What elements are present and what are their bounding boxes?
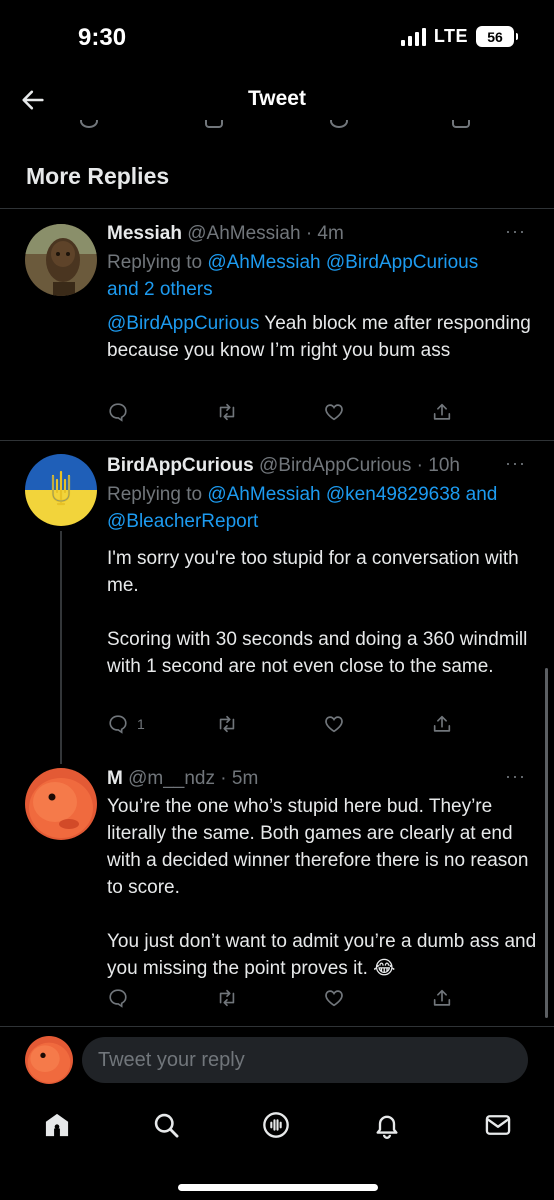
- like-button[interactable]: [323, 401, 345, 423]
- tweet-body: You’re the one who’s stupid here bud. Th…: [107, 796, 537, 979]
- replying-to: Replying to @AhMessiah @BirdAppCurious a…: [107, 249, 537, 303]
- like-button[interactable]: [323, 987, 345, 1009]
- retweet-button[interactable]: [215, 401, 239, 423]
- nav-search[interactable]: [151, 1110, 181, 1140]
- tweet-meta: BirdAppCurious @BirdAppCurious · 10h: [107, 454, 537, 478]
- tweet-actions: 1: [107, 713, 451, 737]
- share-button[interactable]: [431, 401, 453, 423]
- nav-spaces[interactable]: [261, 1110, 291, 1140]
- heart-icon: [325, 990, 343, 1007]
- replying-mentions[interactable]: @AhMessiah @ken49829638: [207, 484, 460, 505]
- heart-icon: [330, 120, 348, 128]
- avatar[interactable]: [25, 224, 97, 296]
- replying-mention-bleacher[interactable]: @BleacherReport: [107, 511, 258, 532]
- tweet-time: · 4m: [305, 223, 344, 244]
- tweet-meta: M @m__ndz · 5m: [107, 767, 537, 791]
- author-handle[interactable]: @BirdAppCurious: [259, 455, 411, 476]
- tweet-actions: [107, 987, 451, 1011]
- comment-icon: [109, 403, 127, 422]
- home-indicator[interactable]: [178, 1184, 378, 1191]
- comment-icon: [109, 715, 127, 734]
- section-title: More Replies: [26, 163, 170, 189]
- replying-mentions[interactable]: @AhMessiah @BirdAppCurious: [207, 252, 478, 273]
- more-options-button[interactable]: ···: [505, 221, 526, 242]
- replying-prefix: Replying to: [107, 484, 203, 505]
- main-tweet-actions-partial: [0, 120, 554, 132]
- reply-tweet[interactable]: BirdAppCurious @BirdAppCurious · 10h Rep…: [0, 441, 554, 751]
- scrollbar[interactable]: [545, 668, 548, 1018]
- retweet-icon: [219, 989, 235, 1007]
- home-icon: [45, 1113, 69, 1137]
- share-icon: [433, 403, 451, 420]
- tweet-body: I'm sorry you're too stupid for a conver…: [107, 548, 528, 677]
- author-name[interactable]: M: [107, 768, 123, 789]
- status-time: 9:30: [78, 24, 127, 51]
- reply-composer: [0, 1036, 554, 1086]
- retweet-button[interactable]: [215, 987, 239, 1009]
- status-indicators: LTE 56: [400, 26, 518, 47]
- comment-icon: [109, 989, 127, 1008]
- notifications-icon: [376, 1115, 398, 1139]
- heart-icon: [325, 716, 343, 733]
- search-icon: [154, 1113, 179, 1138]
- like-button[interactable]: [323, 713, 345, 735]
- nav-messages[interactable]: [483, 1110, 513, 1140]
- retweet-button[interactable]: [215, 713, 239, 735]
- more-options-button[interactable]: ···: [505, 453, 526, 474]
- avatar[interactable]: [25, 768, 97, 840]
- reply-tweet[interactable]: M @m__ndz · 5m You’re the one who’s stup…: [0, 751, 554, 1026]
- share-icon: [452, 120, 470, 128]
- more-options-button[interactable]: ···: [505, 766, 526, 787]
- reply-count: 1: [137, 716, 145, 732]
- status-bar: 9:30 LTE 56: [0, 0, 554, 75]
- retweet-icon: [219, 715, 235, 733]
- network-label: LTE: [433, 26, 468, 46]
- author-name[interactable]: Messiah: [107, 223, 182, 244]
- comment-icon: [80, 120, 98, 128]
- avatar-image: [25, 1036, 73, 1084]
- replying-prefix: Replying to: [107, 252, 203, 273]
- ukraine-flag-icon: [25, 454, 97, 526]
- divider: [0, 1026, 554, 1027]
- tweet-time: · 10h: [416, 455, 460, 476]
- retweet-icon: [205, 120, 223, 128]
- tweet-time: · 5m: [220, 768, 259, 789]
- reply-button[interactable]: [107, 987, 137, 1009]
- avatar[interactable]: [25, 454, 97, 526]
- replying-and: and: [465, 484, 498, 505]
- nav-notifications[interactable]: [372, 1110, 402, 1140]
- my-avatar[interactable]: [25, 1036, 73, 1084]
- share-icon: [433, 989, 451, 1006]
- body-mention[interactable]: @BirdAppCurious: [107, 313, 259, 334]
- share-button[interactable]: [431, 713, 453, 735]
- bottom-nav: [0, 1100, 554, 1150]
- reply-tweet[interactable]: Messiah @AhMessiah · 4m Replying to @AhM…: [0, 209, 554, 440]
- retweet-icon: [219, 403, 235, 421]
- reply-button[interactable]: [107, 401, 137, 423]
- nav-home[interactable]: [42, 1110, 72, 1140]
- replying-others[interactable]: and 2 others: [107, 279, 213, 300]
- replying-to: Replying to @AhMessiah @ken49829638 and …: [107, 481, 537, 535]
- heart-icon: [325, 404, 343, 421]
- author-name[interactable]: BirdAppCurious: [107, 455, 254, 476]
- battery-level: 56: [487, 28, 503, 45]
- page-title: Tweet: [248, 87, 306, 110]
- messages-icon: [485, 1115, 511, 1135]
- share-icon: [433, 715, 451, 732]
- reply-button[interactable]: 1: [107, 713, 145, 735]
- signal-icon: [400, 27, 426, 46]
- top-bar: Tweet: [0, 75, 554, 125]
- battery-icon: 56: [476, 26, 518, 47]
- tweet-meta: Messiah @AhMessiah · 4m: [107, 222, 537, 246]
- spaces-icon: [263, 1112, 289, 1138]
- avatar-image: [25, 768, 97, 840]
- avatar-image: [25, 224, 97, 296]
- author-handle[interactable]: @AhMessiah: [187, 223, 300, 244]
- share-button[interactable]: [431, 987, 453, 1009]
- tweet-text: @BirdAppCurious Yeah block me after resp…: [107, 310, 537, 364]
- tweet-reply-input[interactable]: [82, 1037, 528, 1083]
- tweet-actions: [107, 401, 451, 425]
- author-handle[interactable]: @m__ndz: [128, 768, 215, 789]
